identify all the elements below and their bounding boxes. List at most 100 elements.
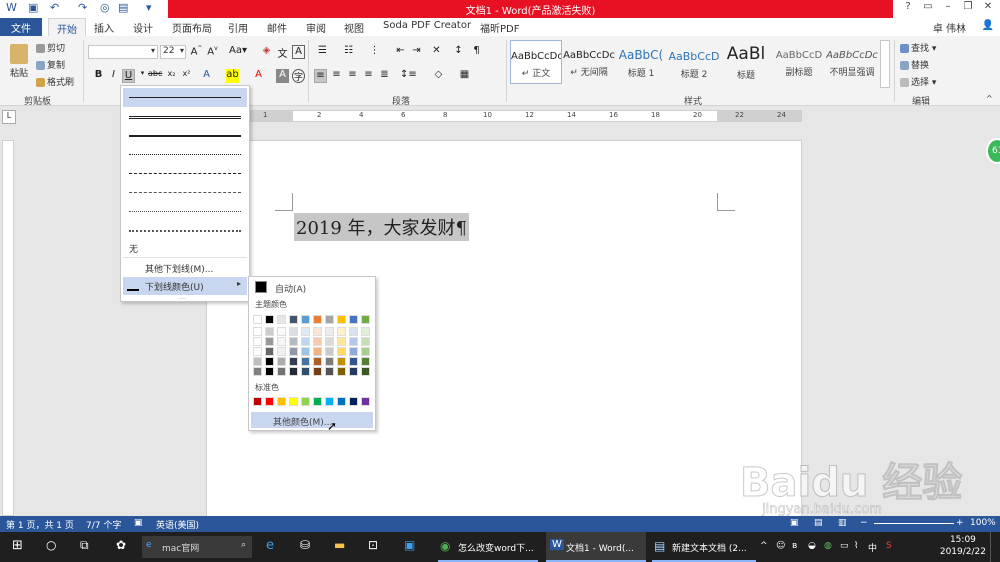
- theme-color-swatch[interactable]: [253, 357, 262, 366]
- zoom-out-icon[interactable]: −: [860, 518, 868, 528]
- theme-color-swatch[interactable]: [349, 315, 358, 324]
- highlight-icon[interactable]: ab: [226, 69, 239, 83]
- borders-icon[interactable]: ▦: [458, 69, 471, 83]
- theme-color-swatch[interactable]: [277, 357, 286, 366]
- font-size-box[interactable]: 22 ▾: [160, 45, 186, 59]
- theme-color-swatch[interactable]: [277, 347, 286, 356]
- numbering-icon[interactable]: ☷: [342, 45, 355, 59]
- underline-double[interactable]: [123, 107, 247, 126]
- sort-icon[interactable]: ↕: [452, 45, 465, 59]
- theme-color-swatch[interactable]: [361, 337, 370, 346]
- theme-color-swatch[interactable]: [289, 337, 298, 346]
- style-heading-1[interactable]: AaBbC(标题 1: [615, 40, 667, 84]
- zoom-slider[interactable]: [874, 523, 954, 524]
- standard-color-swatch[interactable]: [325, 397, 334, 406]
- show-marks-icon[interactable]: ¶: [470, 45, 483, 59]
- folder-icon[interactable]: ▬: [334, 532, 345, 562]
- horizontal-ruler[interactable]: 1 2 4 6 8 10 12 14 16 18 20 22 24: [206, 110, 802, 122]
- theme-color-swatch[interactable]: [325, 315, 334, 324]
- underline-button[interactable]: U: [122, 69, 135, 83]
- theme-color-swatch[interactable]: [253, 367, 262, 376]
- tab-selector[interactable]: L: [2, 110, 16, 124]
- undo-icon[interactable]: ↶: [50, 1, 59, 14]
- redo-icon[interactable]: ↷: [78, 1, 87, 14]
- standard-color-swatch[interactable]: [301, 397, 310, 406]
- replace-button[interactable]: 替换: [900, 58, 929, 71]
- theme-color-swatch[interactable]: [337, 315, 346, 324]
- tab-review[interactable]: 审阅: [306, 20, 326, 35]
- standard-color-swatch[interactable]: [277, 397, 286, 406]
- theme-color-swatch[interactable]: [325, 367, 334, 376]
- zoom-in-icon[interactable]: +: [956, 518, 964, 528]
- theme-color-swatch[interactable]: [265, 327, 274, 336]
- vertical-ruler[interactable]: [2, 140, 14, 516]
- style-heading-2[interactable]: AaBbCcD 标题 2: [668, 40, 720, 84]
- task-view-icon[interactable]: ⧉: [80, 532, 89, 562]
- theme-color-swatch[interactable]: [325, 347, 334, 356]
- char-border-icon[interactable]: A: [292, 45, 305, 59]
- italic-icon[interactable]: I: [107, 69, 120, 83]
- shading-icon[interactable]: ◇: [432, 69, 445, 83]
- styles-gallery-scroll[interactable]: [880, 40, 890, 88]
- standard-color-swatch[interactable]: [361, 397, 370, 406]
- read-mode-icon[interactable]: ▣: [790, 518, 799, 528]
- theme-color-swatch[interactable]: [313, 315, 322, 324]
- theme-color-swatch[interactable]: [301, 315, 310, 324]
- theme-color-swatch[interactable]: [337, 357, 346, 366]
- standard-color-swatch[interactable]: [337, 397, 346, 406]
- justify-icon[interactable]: ≡: [362, 69, 375, 83]
- theme-color-swatch[interactable]: [313, 367, 322, 376]
- auto-color-item[interactable]: 自动(A): [251, 279, 373, 295]
- tab-design[interactable]: 设计: [133, 20, 153, 35]
- increase-indent-icon[interactable]: ⇥: [410, 45, 423, 59]
- tab-references[interactable]: 引用: [228, 20, 248, 35]
- save-icon[interactable]: ▣: [28, 1, 38, 14]
- network-icon[interactable]: ◒: [808, 532, 816, 562]
- theme-color-swatch[interactable]: [301, 327, 310, 336]
- selected-document-text[interactable]: 2019 年，大家发财¶: [294, 213, 469, 241]
- user-name[interactable]: 卓 伟林: [933, 20, 966, 35]
- share-icon[interactable]: 👤: [978, 20, 998, 31]
- theme-color-swatch[interactable]: [265, 367, 274, 376]
- battery-icon[interactable]: ▭: [840, 532, 849, 562]
- theme-color-swatch[interactable]: [265, 337, 274, 346]
- chinese-layout-icon[interactable]: ✕: [430, 45, 443, 59]
- underline-dashed[interactable]: [123, 164, 247, 183]
- taskbar-app-word[interactable]: W 文档1 - Word(...: [546, 532, 646, 562]
- standard-color-swatch[interactable]: [253, 397, 262, 406]
- cut-button[interactable]: 剪切: [36, 41, 65, 54]
- edge-browser-icon[interactable]: e: [266, 532, 274, 562]
- clock[interactable]: 15:09 2019/2/22: [940, 534, 986, 558]
- collapse-ribbon-icon[interactable]: ^: [986, 94, 993, 103]
- app-icon[interactable]: ✿: [116, 532, 126, 562]
- people-icon[interactable]: ☺: [776, 532, 785, 562]
- more-colors-item[interactable]: 其他颜色(M)...: [251, 412, 373, 428]
- select-button[interactable]: 选择 ▾: [900, 75, 936, 88]
- shopping-bag-icon[interactable]: ⊡: [368, 532, 378, 562]
- enclose-char-icon[interactable]: 字: [292, 69, 305, 83]
- subscript-icon[interactable]: x₂: [165, 69, 178, 83]
- tab-mailings[interactable]: 邮件: [267, 20, 287, 35]
- media-icon[interactable]: ▣: [404, 532, 415, 562]
- input-method-icon[interactable]: S: [886, 532, 892, 562]
- multilevel-icon[interactable]: ⋮: [368, 45, 381, 59]
- theme-color-swatch[interactable]: [253, 315, 262, 324]
- theme-color-swatch[interactable]: [361, 367, 370, 376]
- tab-insert[interactable]: 插入: [94, 20, 114, 35]
- theme-color-swatch[interactable]: [337, 337, 346, 346]
- theme-color-swatch[interactable]: [265, 315, 274, 324]
- bullets-icon[interactable]: ☰: [316, 45, 329, 59]
- theme-color-swatch[interactable]: [265, 357, 274, 366]
- underline-dash-dot-dot[interactable]: [123, 202, 247, 221]
- theme-color-swatch[interactable]: [337, 367, 346, 376]
- theme-color-swatch[interactable]: [277, 327, 286, 336]
- store-icon[interactable]: ⛁: [300, 532, 310, 562]
- taskbar-app-browser[interactable]: ◉ 怎么改变word下...: [438, 532, 538, 562]
- wifi-icon[interactable]: ⌇: [854, 532, 858, 562]
- font-name-box[interactable]: ▾: [88, 45, 158, 59]
- theme-color-swatch[interactable]: [313, 327, 322, 336]
- customize-qat-icon[interactable]: ▾: [146, 1, 152, 14]
- ribbon-options-icon[interactable]: ▭: [918, 1, 938, 12]
- bold-icon[interactable]: B: [92, 69, 105, 83]
- distributed-icon[interactable]: ≣: [378, 69, 391, 83]
